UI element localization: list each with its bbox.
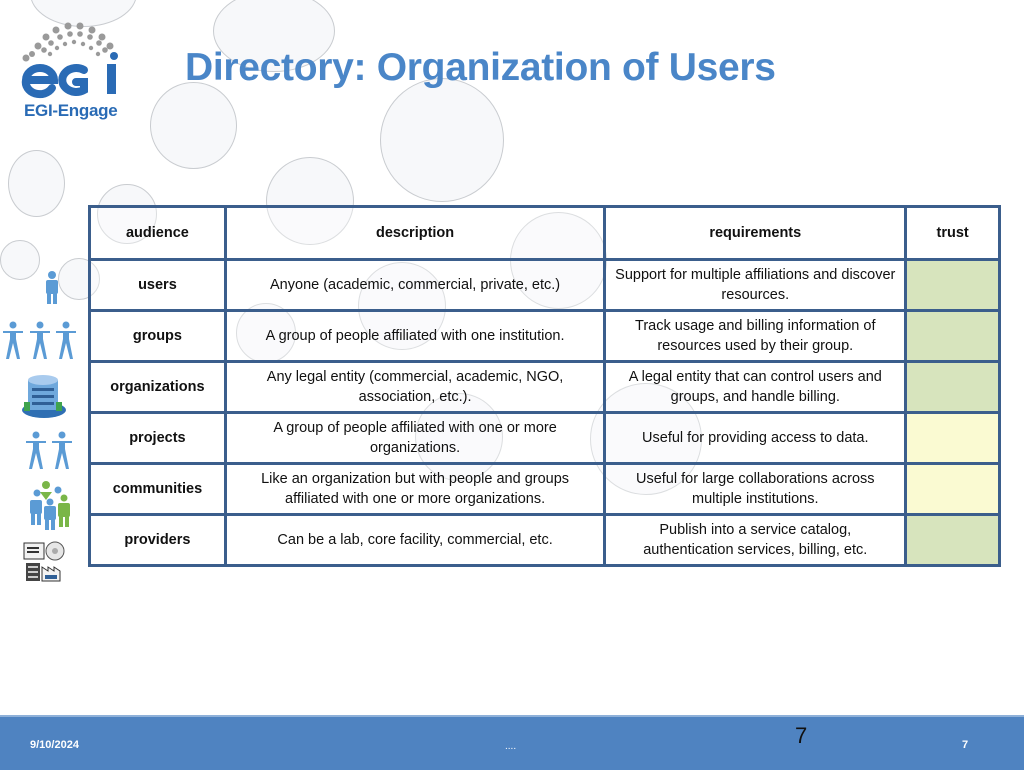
decorative-bubble [380,78,504,202]
table-row: projects A group of people affiliated wi… [88,411,1001,465]
table-row: groups A group of people affiliated with… [88,309,1001,363]
requirements-cell: Track usage and billing information of r… [603,309,908,363]
requirements-cell: Support for multiple affiliations and di… [603,258,908,312]
footer-center-text: .... [505,741,517,752]
logo-text: EGI-Engage [24,101,118,120]
column-header-audience: audience [88,205,227,261]
description-cell: Can be a lab, core facility, commercial,… [223,513,607,567]
column-header-description: description [223,205,607,261]
description-cell: Anyone (academic, commercial, private, e… [223,258,607,312]
description-cell: A group of people affiliated with one in… [223,309,607,363]
single-user-icon [0,262,84,316]
description-cell: Any legal entity (commercial, academic, … [223,360,607,414]
trust-cell [904,258,1001,312]
requirements-cell: Useful for large collaborations across m… [603,462,908,516]
table-header-row: audience description requirements trust [88,205,1001,261]
audience-cell: groups [88,309,227,363]
trust-cell [904,513,1001,567]
table-row: providers Can be a lab, core facility, c… [88,513,1001,567]
audience-cell: communities [88,462,227,516]
description-cell: A group of people affiliated with one or… [223,411,607,465]
trust-cell [904,462,1001,516]
requirements-cell: A legal entity that can control users an… [603,360,908,414]
table-row: users Anyone (academic, commercial, priv… [88,258,1001,312]
table-row: organizations Any legal entity (commerci… [88,360,1001,414]
office-building-icon [0,372,84,426]
audience-table: audience description requirements trust … [88,205,1001,567]
provider-facility-icon [0,537,84,591]
community-people-icon [0,480,84,534]
slide-number: 7 [962,739,969,751]
description-cell: Like an organization but with people and… [223,462,607,516]
trust-cell [904,309,1001,363]
footer-bar: 9/10/2024 .... 7 7 [0,715,1024,770]
requirements-cell: Useful for providing access to data. [603,411,908,465]
audience-cell: providers [88,513,227,567]
footer-date: 9/10/2024 [30,739,79,751]
page-title: Directory: Organization of Users [185,46,776,89]
slide-number-large: 7 [795,723,808,748]
decorative-bubble [8,150,65,217]
group-three-people-icon [0,317,84,371]
trust-cell [904,411,1001,465]
trust-cell [904,360,1001,414]
audience-cell: projects [88,411,227,465]
table-row: communities Like an organization but wit… [88,462,1001,516]
audience-cell: organizations [88,360,227,414]
column-header-trust: trust [904,205,1001,261]
column-header-requirements: requirements [603,205,908,261]
audience-cell: users [88,258,227,312]
egi-dots-arc-icon [21,22,118,99]
requirements-cell: Publish into a service catalog, authenti… [603,513,908,567]
decorative-bubble [150,82,237,169]
two-people-icon [0,427,84,481]
